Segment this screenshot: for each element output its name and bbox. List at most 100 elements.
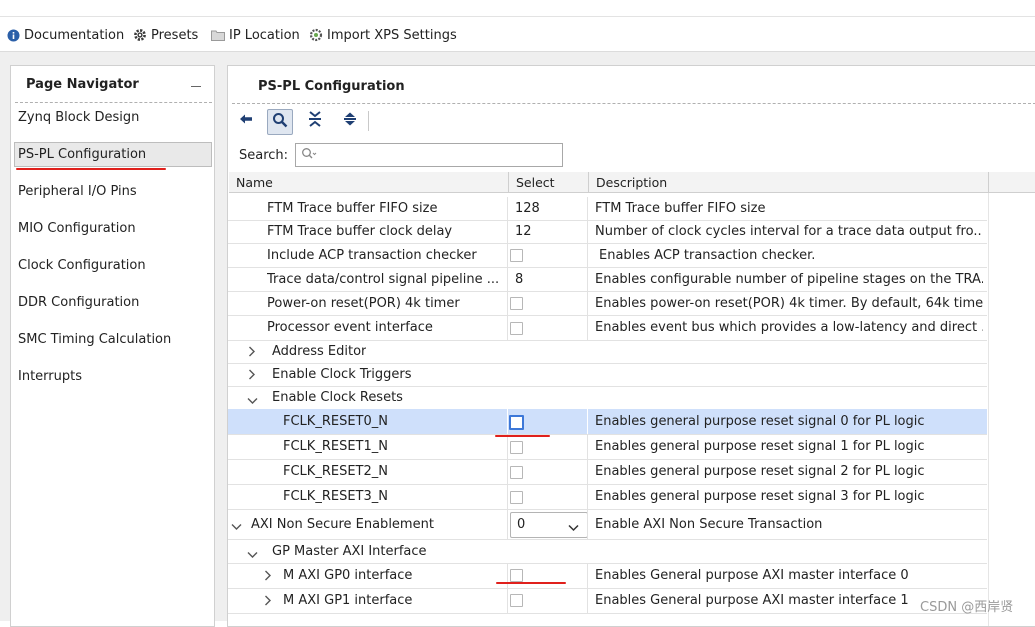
nav-item-peripheral-io-pins[interactable]: Peripheral I/O Pins [18, 184, 137, 199]
info-icon [7, 29, 20, 42]
presets-label: Presets [151, 27, 199, 43]
folder-icon [211, 29, 225, 41]
checkbox[interactable] [510, 441, 523, 454]
group-label: Enable Clock Resets [272, 390, 403, 405]
chevron-down-icon[interactable] [247, 548, 258, 563]
column-header-select[interactable]: Select [516, 175, 555, 190]
row-name: Power-on reset(POR) 4k timer [267, 296, 460, 311]
row-name: FTM Trace buffer clock delay [267, 224, 453, 239]
chevron-right-icon[interactable] [264, 570, 272, 585]
search-toggle-button[interactable] [267, 109, 293, 135]
nav-item-zynq-block-design[interactable]: Zynq Block Design [18, 110, 139, 125]
ip-location-button[interactable]: IP Location [211, 26, 300, 44]
checkbox[interactable] [510, 466, 523, 479]
checkbox[interactable] [510, 569, 523, 582]
row-name: FCLK_RESET2_N [283, 464, 388, 479]
row-description: Enables general purpose reset signal 3 f… [595, 489, 925, 504]
cell-divider [587, 409, 588, 434]
row-description: Enables general purpose reset signal 0 f… [595, 414, 925, 429]
checkbox[interactable] [510, 491, 523, 504]
table-row[interactable]: FCLK_RESET1_N Enables general purpose re… [228, 434, 987, 460]
cell-divider [507, 434, 508, 459]
row-value[interactable]: 8 [515, 272, 523, 287]
row-description: Enable AXI Non Secure Transaction [595, 517, 823, 532]
presets-button[interactable]: Presets [133, 26, 198, 44]
ip-location-label: IP Location [229, 27, 300, 43]
documentation-label: Documentation [24, 27, 125, 43]
axi-non-secure-select[interactable]: 0 [510, 512, 588, 538]
row-name: Trace data/control signal pipeline ... [267, 272, 500, 287]
cell-divider [587, 267, 588, 291]
column-header-name[interactable]: Name [236, 175, 273, 190]
cell-divider [587, 291, 588, 315]
window-top-strip [0, 0, 1035, 17]
row-description: Number of clock cycles interval for a tr… [595, 224, 983, 239]
checkbox[interactable] [510, 594, 523, 607]
row-value[interactable]: 128 [515, 201, 540, 216]
checkbox[interactable] [510, 297, 523, 310]
cell-divider [507, 243, 508, 267]
checkbox[interactable] [510, 249, 523, 262]
checkbox-focused[interactable] [509, 415, 524, 430]
search-icon [301, 147, 317, 165]
chevron-down-icon[interactable] [247, 394, 258, 409]
table-row[interactable]: FCLK_RESET2_N Enables general purpose re… [228, 459, 987, 485]
table-row[interactable]: AXI Non Secure Enablement 0 Enable AXI N… [228, 509, 987, 540]
panel-title: PS-PL Configuration [258, 79, 405, 94]
column-header-description[interactable]: Description [596, 175, 667, 190]
row-name: AXI Non Secure Enablement [251, 517, 434, 532]
table-row-selected[interactable]: FCLK_RESET0_N Enables general purpose re… [228, 409, 987, 435]
table-row[interactable]: Trace data/control signal pipeline ... 8… [228, 267, 987, 292]
chevron-right-icon[interactable] [264, 595, 272, 610]
tree-group-row[interactable]: Address Editor [228, 340, 987, 364]
tree-group-row[interactable]: Enable Clock Resets [228, 386, 987, 410]
row-value[interactable]: 12 [515, 224, 532, 239]
row-name: Include ACP transaction checker [267, 248, 477, 263]
annotation-underline [16, 168, 166, 170]
table-row[interactable]: M AXI GP1 interface Enables General purp… [228, 588, 987, 614]
nav-item-clock-configuration[interactable]: Clock Configuration [18, 258, 146, 273]
toolbar-separator [368, 111, 369, 131]
table-row[interactable]: FTM Trace buffer FIFO size 128 FTM Trace… [228, 197, 987, 221]
back-button[interactable] [234, 109, 258, 133]
checkbox[interactable] [510, 322, 523, 335]
tree-group-row[interactable]: Enable Clock Triggers [228, 363, 987, 387]
group-label: Enable Clock Triggers [272, 367, 412, 382]
table-row[interactable]: Processor event interface Enables event … [228, 315, 987, 341]
annotation-underline [495, 435, 550, 437]
nav-item-smc-timing-calculation[interactable]: SMC Timing Calculation [18, 332, 171, 347]
cell-divider [587, 315, 588, 340]
expand-all-button[interactable] [338, 109, 362, 133]
table-row[interactable]: FTM Trace buffer clock delay 12 Number o… [228, 220, 987, 244]
collapse-all-button[interactable] [303, 109, 327, 133]
chevron-right-icon[interactable] [248, 346, 256, 361]
cell-divider [587, 563, 588, 588]
documentation-button[interactable]: Documentation [7, 26, 124, 44]
nav-item-ddr-configuration[interactable]: DDR Configuration [18, 295, 139, 310]
table-row[interactable]: Power-on reset(POR) 4k timer Enables pow… [228, 291, 987, 316]
chevron-right-icon[interactable] [248, 369, 256, 384]
search-input[interactable] [295, 143, 563, 167]
table-row[interactable]: FCLK_RESET3_N Enables general purpose re… [228, 484, 987, 510]
import-xps-settings-button[interactable]: Import XPS Settings [309, 26, 457, 44]
table-row[interactable]: Include ACP transaction checker Enables … [228, 243, 987, 268]
divider [15, 102, 212, 103]
row-name: M AXI GP1 interface [283, 593, 413, 608]
scroll-area[interactable] [988, 193, 1035, 626]
nav-item-mio-configuration[interactable]: MIO Configuration [18, 221, 136, 236]
search-icon [272, 112, 288, 132]
chevron-down-icon[interactable] [231, 520, 242, 535]
nav-item-interrupts[interactable]: Interrupts [18, 369, 82, 384]
column-divider [508, 172, 509, 192]
tree-group-row[interactable]: GP Master AXI Interface [228, 539, 987, 564]
table-row[interactable]: M AXI GP0 interface Enables General purp… [228, 563, 987, 589]
nav-item-ps-pl-configuration[interactable]: PS-PL Configuration [18, 147, 146, 162]
cell-divider [587, 220, 588, 243]
search-label: Search: [239, 148, 289, 163]
minimize-icon[interactable] [191, 86, 201, 87]
import-settings-icon [309, 28, 323, 42]
group-label: GP Master AXI Interface [272, 544, 427, 559]
cell-divider [587, 459, 588, 484]
cell-divider [587, 509, 588, 539]
cell-divider [507, 291, 508, 315]
